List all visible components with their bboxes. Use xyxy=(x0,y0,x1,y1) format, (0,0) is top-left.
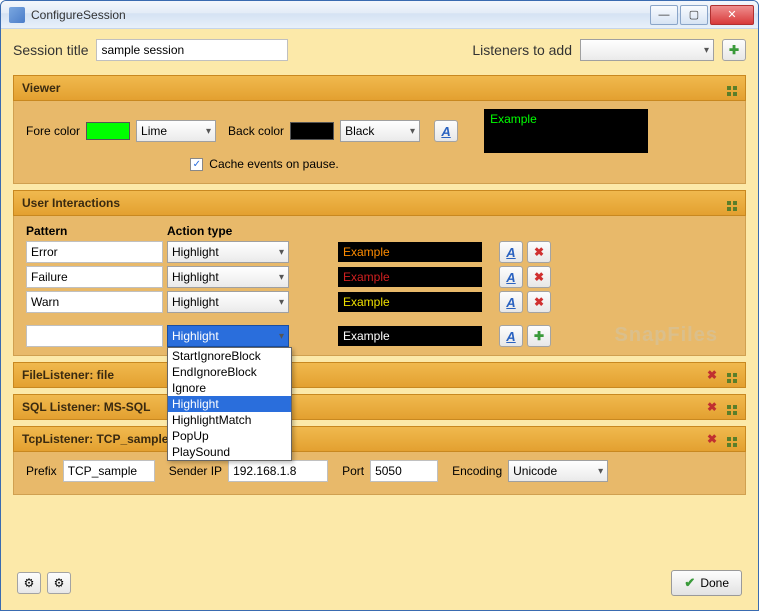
dropdown-option[interactable]: Highlight xyxy=(168,396,291,412)
action-select[interactable]: Highlight xyxy=(167,241,289,263)
pattern-input[interactable]: Warn xyxy=(26,291,163,313)
titlebar[interactable]: ConfigureSession — ▢ ✕ xyxy=(1,1,758,29)
window: ConfigureSession — ▢ ✕ SnapFiles Session… xyxy=(0,0,759,611)
viewer-header[interactable]: Viewer xyxy=(13,75,746,101)
fore-color-swatch[interactable] xyxy=(86,122,130,140)
col-action: Action type xyxy=(167,224,327,238)
user-interactions-panel: User Interactions Pattern Action type Er… xyxy=(13,190,746,356)
window-controls: — ▢ ✕ xyxy=(648,5,754,25)
collapse-grip-icon[interactable] xyxy=(727,405,737,409)
tcp-listener-header[interactable]: TcpListener: TCP_sample ✖ xyxy=(13,426,746,452)
app-icon xyxy=(9,7,25,23)
back-color-swatch[interactable] xyxy=(290,122,334,140)
dropdown-option[interactable]: StartIgnoreBlock xyxy=(168,348,291,364)
add-listener-button[interactable] xyxy=(722,39,746,61)
back-color-select[interactable]: Black xyxy=(340,120,420,142)
footer: ⚙ ⚙ Done xyxy=(13,562,746,598)
file-listener-header[interactable]: FileListener: file ✖ xyxy=(13,362,746,388)
dropdown-option[interactable]: PopUp xyxy=(168,428,291,444)
fore-color-label: Fore color xyxy=(26,124,80,138)
tcp-listener-panel: TcpListener: TCP_sample ✖ Prefix TCP_sam… xyxy=(13,426,746,495)
sql-listener-header[interactable]: SQL Listener: MS-SQL ✖ xyxy=(13,394,746,420)
listeners-label: Listeners to add xyxy=(472,42,572,58)
prefix-input[interactable]: TCP_sample xyxy=(63,460,155,482)
port-input[interactable]: 5050 xyxy=(370,460,438,482)
font-button[interactable] xyxy=(499,266,523,288)
session-title-label: Session title xyxy=(13,42,88,58)
dropdown-option[interactable]: Ignore xyxy=(168,380,291,396)
example-preview: Example xyxy=(338,292,482,312)
config-button-2[interactable]: ⚙ xyxy=(47,572,71,594)
action-dropdown-list[interactable]: StartIgnoreBlock EndIgnoreBlock Ignore H… xyxy=(167,347,292,461)
prefix-label: Prefix xyxy=(26,464,57,478)
session-top-row: Session title sample session Listeners t… xyxy=(13,39,746,61)
add-row-button[interactable] xyxy=(527,325,551,347)
table-row: Failure Highlight Example xyxy=(26,266,733,288)
table-row: Warn Highlight Example xyxy=(26,291,733,313)
action-select[interactable]: Highlight xyxy=(167,266,289,288)
delete-row-button[interactable] xyxy=(527,266,551,288)
pattern-input[interactable]: Error xyxy=(26,241,163,263)
example-preview: Example xyxy=(338,242,482,262)
tcp-body: Prefix TCP_sample Sender IP 192.168.1.8 … xyxy=(13,452,746,495)
viewer-preview: Example xyxy=(484,109,648,153)
new-row: Highlight Example StartIgnoreBlock EndIg… xyxy=(26,325,733,347)
gear-icon: ⚙ xyxy=(54,576,65,590)
viewer-panel: Viewer Fore color Lime Back color Black … xyxy=(13,75,746,184)
ui-body: Pattern Action type Error Highlight Exam… xyxy=(13,216,746,356)
encoding-select[interactable]: Unicode xyxy=(508,460,608,482)
sender-ip-input[interactable]: 192.168.1.8 xyxy=(228,460,328,482)
action-select[interactable]: Highlight xyxy=(167,291,289,313)
pattern-input[interactable] xyxy=(26,325,163,347)
collapse-grip-icon[interactable] xyxy=(727,86,737,90)
collapse-grip-icon[interactable] xyxy=(727,437,737,441)
fore-color-select[interactable]: Lime xyxy=(136,120,216,142)
done-button[interactable]: Done xyxy=(671,570,742,596)
delete-listener-button[interactable]: ✖ xyxy=(703,368,721,382)
col-pattern: Pattern xyxy=(26,224,163,238)
pattern-input[interactable]: Failure xyxy=(26,266,163,288)
dropdown-option[interactable]: PlaySound xyxy=(168,444,291,460)
dropdown-option[interactable]: EndIgnoreBlock xyxy=(168,364,291,380)
content-area: SnapFiles Session title sample session L… xyxy=(1,29,758,610)
action-select-open[interactable]: Highlight xyxy=(167,325,289,347)
encoding-label: Encoding xyxy=(452,464,502,478)
font-button[interactable] xyxy=(434,120,458,142)
font-button[interactable] xyxy=(499,291,523,313)
delete-listener-button[interactable]: ✖ xyxy=(703,432,721,446)
ui-header[interactable]: User Interactions xyxy=(13,190,746,216)
table-row: Error Highlight Example xyxy=(26,241,733,263)
cache-checkbox[interactable]: ✓ xyxy=(190,158,203,171)
listeners-select[interactable] xyxy=(580,39,714,61)
font-button[interactable] xyxy=(499,241,523,263)
window-title: ConfigureSession xyxy=(31,8,648,22)
dropdown-option[interactable]: HighlightMatch xyxy=(168,412,291,428)
viewer-body: Fore color Lime Back color Black Example… xyxy=(13,101,746,184)
delete-row-button[interactable] xyxy=(527,291,551,313)
collapse-grip-icon[interactable] xyxy=(727,373,737,377)
sender-ip-label: Sender IP xyxy=(169,464,222,478)
gear-icon: ⚙ xyxy=(24,576,35,590)
example-preview: Example xyxy=(338,267,482,287)
close-button[interactable]: ✕ xyxy=(710,5,754,25)
config-button-1[interactable]: ⚙ xyxy=(17,572,41,594)
cache-label: Cache events on pause. xyxy=(209,157,338,171)
maximize-button[interactable]: ▢ xyxy=(680,5,708,25)
font-button[interactable] xyxy=(499,325,523,347)
example-preview: Example xyxy=(338,326,482,346)
delete-listener-button[interactable]: ✖ xyxy=(703,400,721,414)
minimize-button[interactable]: — xyxy=(650,5,678,25)
delete-row-button[interactable] xyxy=(527,241,551,263)
collapse-grip-icon[interactable] xyxy=(727,201,737,205)
back-color-label: Back color xyxy=(228,124,284,138)
session-title-input[interactable]: sample session xyxy=(96,39,288,61)
port-label: Port xyxy=(342,464,364,478)
